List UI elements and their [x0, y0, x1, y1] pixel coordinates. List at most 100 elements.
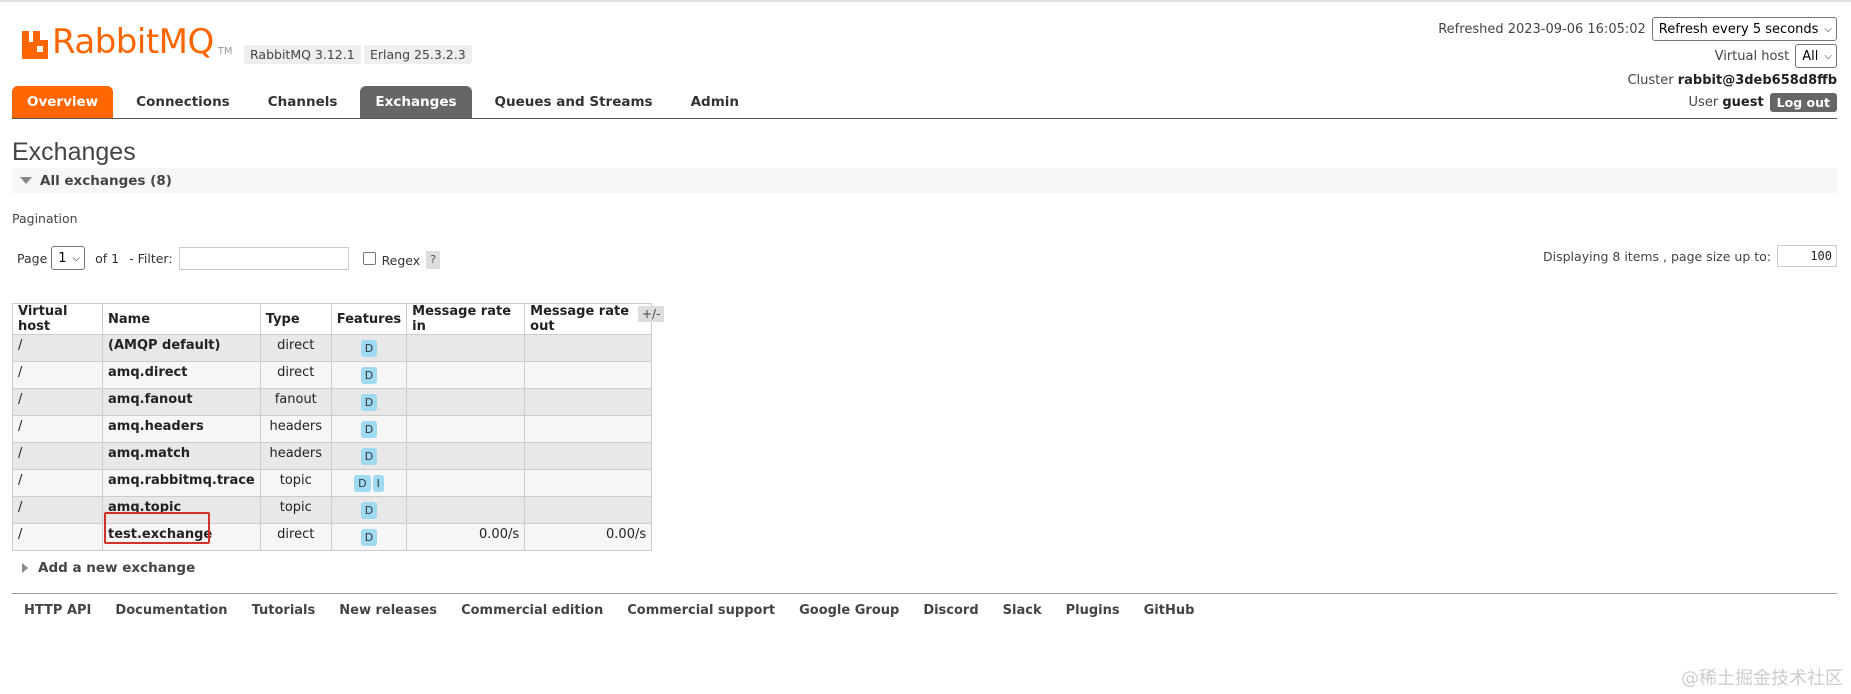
page-select[interactable]: 1 ⌵	[51, 246, 86, 270]
durable-badge: D	[360, 394, 378, 411]
cell-rate-in	[406, 415, 526, 443]
vhost-select[interactable]: All ⌵	[1795, 44, 1837, 68]
footer-links: HTTP API Documentation Tutorials New rel…	[24, 603, 1218, 618]
col-name[interactable]: Name	[102, 303, 261, 335]
cell-type: fanout	[259, 388, 332, 416]
cell-rate-out	[524, 388, 653, 416]
exchange-name-link[interactable]: amq.match	[102, 442, 261, 470]
rabbit-logo-icon	[22, 31, 48, 59]
expand-triangle-icon	[22, 563, 28, 573]
cell-rate-out	[524, 361, 653, 389]
table-row[interactable]: / amq.direct direct D	[12, 361, 653, 389]
footer-link-new-releases[interactable]: New releases	[339, 603, 437, 618]
cell-rate-out	[524, 442, 653, 470]
cell-vhost: /	[12, 361, 103, 389]
table-row[interactable]: / amq.match headers D	[12, 442, 653, 470]
exchange-name-link[interactable]: amq.headers	[102, 415, 261, 443]
refresh-row: Refreshed 2023-09-06 16:05:02 Refresh ev…	[1438, 17, 1837, 41]
main-nav-tabs: Overview Connections Channels Exchanges …	[12, 86, 762, 118]
cell-features: D	[330, 415, 408, 443]
logo-text: RabbitMQ	[52, 22, 214, 62]
cell-type: headers	[259, 415, 332, 443]
col-virtual-host[interactable]: Virtual host	[12, 303, 103, 335]
all-exchanges-section-toggle[interactable]: All exchanges (8)	[12, 168, 1837, 193]
filter-input[interactable]	[178, 246, 349, 270]
table-row[interactable]: / amq.headers headers D	[12, 415, 653, 443]
durable-badge: D	[354, 475, 371, 492]
rabbitmq-logo[interactable]: RabbitMQ TM	[22, 25, 233, 59]
cluster-label: Cluster	[1627, 73, 1674, 88]
chevron-down-icon: ⌵	[1824, 23, 1832, 35]
footer-link-documentation[interactable]: Documentation	[115, 603, 227, 618]
user-label: User	[1688, 95, 1719, 110]
tabs-divider	[12, 118, 1837, 119]
cell-type: direct	[259, 361, 332, 389]
footer-link-google-group[interactable]: Google Group	[799, 603, 899, 618]
footer-link-github[interactable]: GitHub	[1144, 603, 1195, 618]
exchange-name-link[interactable]: amq.direct	[102, 361, 261, 389]
footer-link-discord[interactable]: Discord	[923, 603, 978, 618]
cell-rate-in	[406, 334, 526, 362]
tab-overview[interactable]: Overview	[12, 86, 114, 118]
cell-vhost: /	[12, 415, 103, 443]
footer-link-http-api[interactable]: HTTP API	[24, 603, 91, 618]
cell-type: direct	[259, 523, 332, 551]
cell-features: D	[330, 388, 408, 416]
durable-badge: D	[360, 529, 378, 546]
col-message-rate-out[interactable]: Message rate out	[524, 303, 653, 335]
user-row: User guest Log out	[1689, 93, 1837, 112]
table-row[interactable]: / amq.rabbitmq.trace topic DI	[12, 469, 653, 497]
regex-label: Regex	[381, 252, 421, 268]
exchange-name-link[interactable]: amq.fanout	[102, 388, 261, 416]
cell-rate-in	[406, 496, 526, 524]
cell-rate-out: 0.00/s	[524, 523, 653, 551]
column-toggle-button[interactable]: +/-	[638, 306, 665, 322]
internal-badge: I	[372, 475, 384, 492]
cell-rate-in	[406, 388, 526, 416]
cell-features: D	[330, 334, 408, 362]
tab-exchanges[interactable]: Exchanges	[360, 86, 472, 118]
cell-vhost: /	[12, 334, 103, 362]
durable-badge: D	[360, 448, 378, 465]
cell-features: D	[330, 361, 408, 389]
vhost-row: Virtual host All ⌵	[1715, 44, 1837, 68]
tab-channels[interactable]: Channels	[253, 86, 353, 118]
col-type[interactable]: Type	[259, 303, 332, 335]
add-new-exchange-toggle[interactable]: Add a new exchange	[22, 560, 195, 576]
cell-type: direct	[259, 334, 332, 362]
page-select-value: 1	[58, 250, 67, 266]
rabbitmq-version-badge: RabbitMQ 3.12.1	[244, 45, 361, 64]
footer-link-slack[interactable]: Slack	[1003, 603, 1042, 618]
footer-link-commercial-edition[interactable]: Commercial edition	[461, 603, 603, 618]
logo-trademark: TM	[217, 46, 233, 57]
cluster-row: Cluster rabbit@3deb658d8ffb	[1627, 73, 1837, 88]
table-row[interactable]: / (AMQP default) direct D	[12, 334, 653, 362]
col-message-rate-in[interactable]: Message rate in	[406, 303, 526, 335]
display-info-text: Displaying 8 items , page size up to:	[1543, 248, 1771, 264]
page-size-input[interactable]: 100	[1777, 245, 1837, 267]
tab-admin[interactable]: Admin	[676, 86, 754, 118]
regex-help-button[interactable]: ?	[426, 251, 441, 269]
section-label: All exchanges (8)	[40, 172, 172, 189]
exchange-name-link[interactable]: (AMQP default)	[102, 334, 261, 362]
footer-link-tutorials[interactable]: Tutorials	[252, 603, 316, 618]
footer-link-plugins[interactable]: Plugins	[1066, 603, 1120, 618]
tab-queues-and-streams[interactable]: Queues and Streams	[480, 86, 668, 118]
tab-connections[interactable]: Connections	[121, 86, 245, 118]
table-row[interactable]: / amq.fanout fanout D	[12, 388, 653, 416]
chevron-down-icon: ⌵	[1824, 50, 1832, 62]
cell-rate-out	[524, 496, 653, 524]
durable-badge: D	[360, 502, 378, 519]
display-info: Displaying 8 items , page size up to: 10…	[1543, 245, 1837, 267]
cluster-name: rabbit@3deb658d8ffb	[1677, 73, 1837, 88]
user-name: guest	[1722, 95, 1764, 110]
logout-button[interactable]: Log out	[1769, 93, 1837, 112]
table-header-row: Virtual host Name Type Features Message …	[12, 303, 653, 335]
cell-rate-out	[524, 415, 653, 443]
annotation-highlight-box	[104, 512, 210, 544]
exchange-name-link[interactable]: amq.rabbitmq.trace	[102, 469, 261, 497]
footer-link-commercial-support[interactable]: Commercial support	[627, 603, 775, 618]
regex-checkbox[interactable]	[362, 251, 376, 265]
refresh-interval-select[interactable]: Refresh every 5 seconds ⌵	[1651, 17, 1837, 41]
chevron-down-icon: ⌵	[72, 252, 81, 264]
